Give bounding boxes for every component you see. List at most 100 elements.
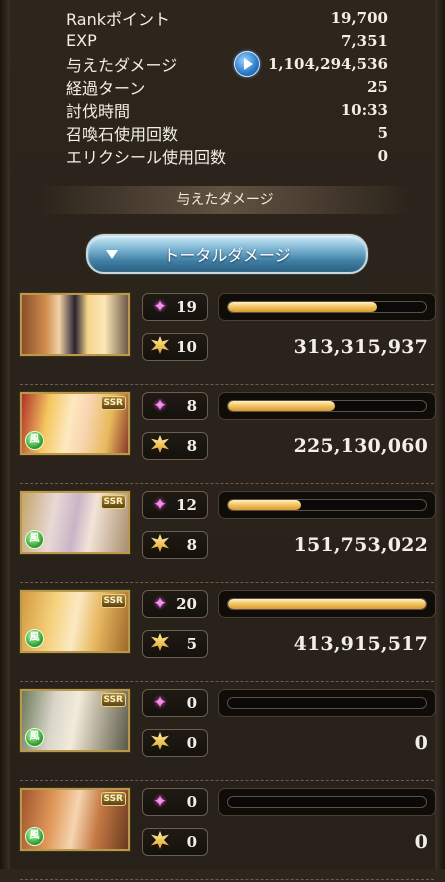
skill-count: 8 <box>186 397 197 415</box>
character-row: SSR 風 ✦ 8 8 225,130,060 <box>18 387 438 486</box>
ougi-count-box: 10 <box>142 333 208 361</box>
ougi-count: 0 <box>186 734 197 752</box>
ougi-icon-wrap <box>148 732 172 754</box>
gauge-track <box>227 400 427 412</box>
skill-count: 0 <box>186 793 197 811</box>
portrait-art <box>22 295 128 354</box>
character-portrait[interactable]: SSR 風 <box>20 491 130 554</box>
ougi-burst-icon <box>151 732 169 750</box>
rarity-badge: SSR <box>100 396 126 410</box>
stat-damage-dealt: 与えたダメージ 1,104,294,536 <box>66 50 388 77</box>
stat-value-wrap: 1,104,294,536 <box>233 50 388 77</box>
character-portrait[interactable]: SSR 風 <box>20 689 130 752</box>
gauge-fill <box>228 401 335 411</box>
damage-gauge <box>218 689 436 717</box>
stat-battle-time: 討伐時間 10:33 <box>66 98 388 121</box>
ougi-count: 8 <box>186 536 197 554</box>
stat-exp: EXP 7,351 <box>66 29 388 52</box>
character-portrait[interactable]: SSR 風 <box>20 392 130 455</box>
skill-count: 12 <box>176 496 197 514</box>
ougi-count: 5 <box>186 635 197 653</box>
stat-label: Rankポイント <box>66 9 170 29</box>
character-row: SSR 風 ✦ 20 5 413,915,517 <box>18 585 438 684</box>
character-damage: 413,915,517 <box>293 633 428 655</box>
ougi-icon-wrap <box>148 435 172 457</box>
sparkle-icon: ✦ <box>152 396 168 416</box>
skill-count-box: ✦ 0 <box>142 689 208 717</box>
stat-label: 召喚石使用回数 <box>66 124 179 144</box>
ougi-count: 8 <box>186 437 197 455</box>
stat-label: 経過ターン <box>66 78 146 98</box>
skill-count-box: ✦ 19 <box>142 293 208 321</box>
damage-gauge <box>218 293 436 321</box>
dropdown-label: トータルダメージ <box>163 246 291 265</box>
ougi-count: 10 <box>176 338 197 356</box>
damage-gauge <box>218 590 436 618</box>
frame-left <box>0 0 10 869</box>
character-portrait[interactable]: SSR 風 <box>20 590 130 653</box>
character-damage: 0 <box>414 831 428 853</box>
gauge-track <box>227 499 427 511</box>
skill-count-box: ✦ 8 <box>142 392 208 420</box>
gauge-track <box>227 301 427 313</box>
character-portrait[interactable]: SSR 風 <box>20 788 130 851</box>
gauge-fill <box>228 302 377 312</box>
ougi-burst-icon <box>151 633 169 651</box>
stat-value: 0 <box>377 146 388 165</box>
ougi-count-box: 5 <box>142 630 208 658</box>
stat-summon-uses: 召喚石使用回数 5 <box>66 121 388 144</box>
wind-element-icon: 風 <box>25 431 44 450</box>
character-damage: 0 <box>414 732 428 754</box>
sparkle-icon: ✦ <box>152 792 168 812</box>
gauge-fill <box>228 599 426 609</box>
gauge-track <box>227 598 427 610</box>
stat-value: 19,700 <box>330 8 388 27</box>
sparkle-icon: ✦ <box>152 693 168 713</box>
damage-type-dropdown[interactable]: トータルダメージ <box>86 234 368 274</box>
ougi-icon-wrap <box>148 336 172 358</box>
rarity-badge: SSR <box>100 792 126 806</box>
wind-element-icon: 風 <box>25 728 44 747</box>
stat-rank-points: Rankポイント 19,700 <box>66 6 388 29</box>
stat-value: 25 <box>367 77 388 96</box>
ougi-burst-icon <box>151 534 169 552</box>
ougi-count: 0 <box>186 833 197 851</box>
ougi-icon-wrap <box>148 633 172 655</box>
wind-element-icon: 風 <box>25 530 44 549</box>
sparkle-icon: ✦ <box>152 495 168 515</box>
gauge-track <box>227 697 427 709</box>
rarity-badge: SSR <box>100 693 126 707</box>
character-damage-list: ✦ 19 10 313,315,937 SSR 風 ✦ 8 8 225,130,… <box>18 288 438 882</box>
character-row: SSR 風 ✦ 0 0 0 <box>18 684 438 783</box>
skill-count: 0 <box>186 694 197 712</box>
character-damage: 225,130,060 <box>293 435 428 457</box>
character-damage: 151,753,022 <box>293 534 428 556</box>
ougi-icon-wrap <box>148 831 172 853</box>
ougi-burst-icon <box>151 435 169 453</box>
sparkle-icon: ✦ <box>152 594 168 614</box>
character-damage: 313,315,937 <box>293 336 428 358</box>
wind-element-icon: 風 <box>25 827 44 846</box>
result-stats: Rankポイント 19,700 EXP 7,351 与えたダメージ 1,104,… <box>66 6 388 167</box>
stat-label: エリクシール使用回数 <box>66 147 227 167</box>
rarity-badge: SSR <box>100 495 126 509</box>
character-row: SSR 風 ✦ 12 8 151,753,022 <box>18 486 438 585</box>
skill-count-box: ✦ 12 <box>142 491 208 519</box>
stat-value: 7,351 <box>341 31 388 50</box>
stat-label: 与えたダメージ <box>66 55 178 75</box>
gauge-fill <box>228 500 302 510</box>
ougi-count-box: 0 <box>142 729 208 757</box>
sparkle-icon: ✦ <box>152 297 168 317</box>
damage-gauge <box>218 788 436 816</box>
gauge-track <box>227 796 427 808</box>
skill-count: 20 <box>176 595 197 613</box>
play-icon[interactable] <box>233 50 260 77</box>
triangle-down-icon <box>106 249 118 259</box>
stat-elixir-uses: エリクシール使用回数 0 <box>66 144 388 167</box>
skill-count-box: ✦ 20 <box>142 590 208 618</box>
character-portrait[interactable] <box>20 293 130 356</box>
skill-count: 19 <box>176 298 197 316</box>
damage-gauge <box>218 392 436 420</box>
character-row: SSR 風 ✦ 0 0 0 <box>18 783 438 882</box>
stat-value: 1,104,294,536 <box>267 54 388 73</box>
